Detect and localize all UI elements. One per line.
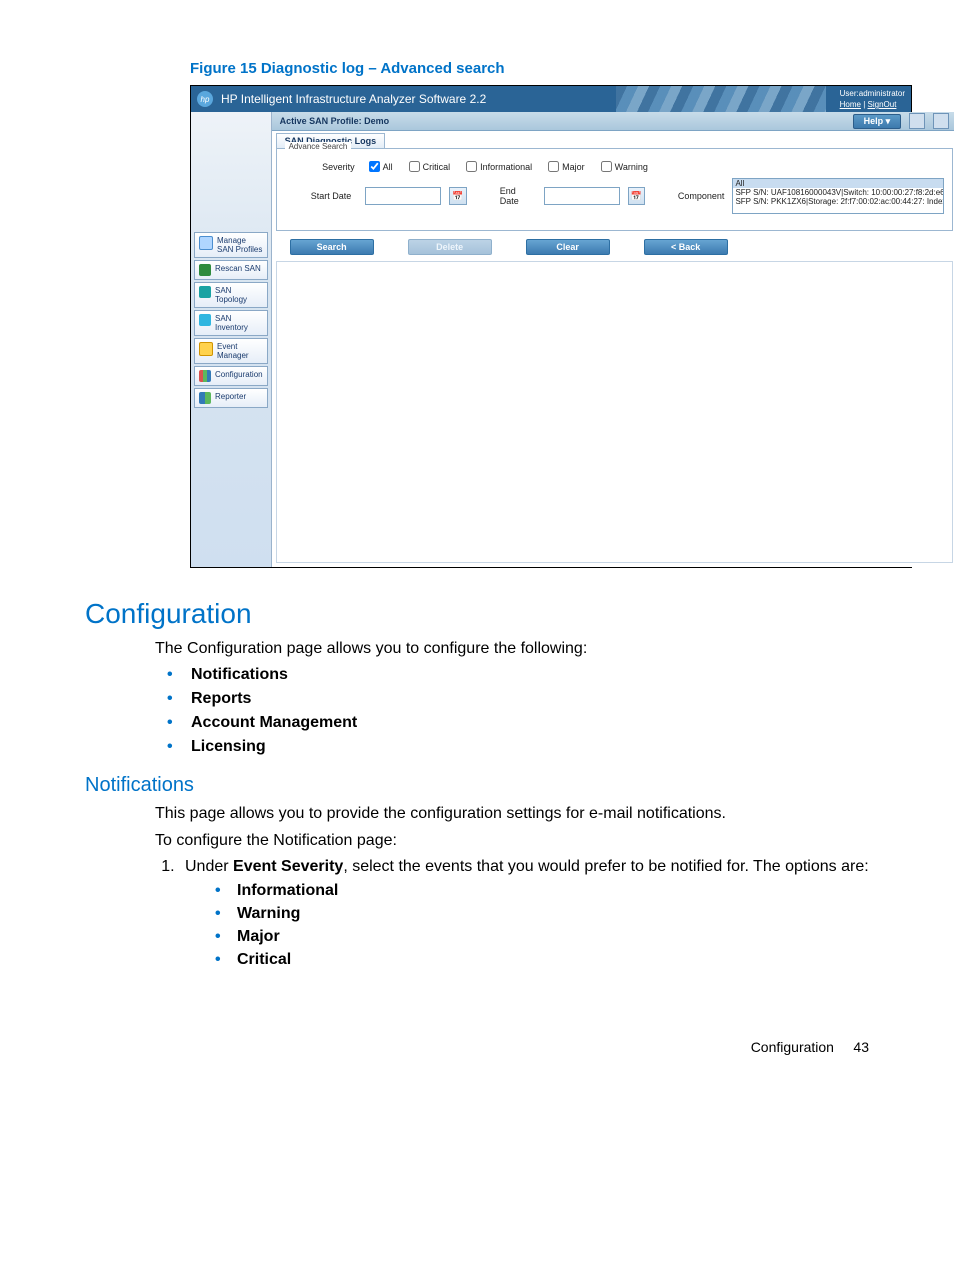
- sidebar-item-label: Manage SAN Profiles: [217, 236, 263, 254]
- search-button[interactable]: Search: [290, 239, 374, 255]
- app-titlebar: hp HP Intelligent Infrastructure Analyze…: [191, 86, 911, 112]
- page-footer: Configuration 43: [85, 1039, 869, 1055]
- sidebar-item-label: Event Manager: [217, 342, 263, 360]
- notif-text-2: To configure the Notification page:: [155, 830, 869, 852]
- minimize-icon[interactable]: [909, 113, 925, 129]
- delete-button: Delete: [408, 239, 492, 255]
- end-date-calendar-icon[interactable]: 📅: [628, 187, 645, 205]
- component-option[interactable]: All: [733, 179, 943, 188]
- screenshot-frame: hp HP Intelligent Infrastructure Analyze…: [190, 85, 912, 568]
- list-item: Informational: [207, 882, 869, 900]
- sidebar-item-label: Rescan SAN: [215, 264, 261, 273]
- profiles-icon: [199, 236, 213, 250]
- results-area: [276, 261, 954, 563]
- severity-informational-input[interactable]: [466, 161, 477, 172]
- topology-icon: [199, 286, 211, 298]
- sidebar-item-manage-profiles[interactable]: Manage SAN Profiles: [194, 232, 268, 258]
- list-item: Notifications: [155, 666, 869, 684]
- advance-search-legend: Advance Search: [285, 142, 352, 151]
- list-item: Critical: [207, 951, 869, 969]
- sidebar-item-event-manager[interactable]: Event Manager: [194, 338, 268, 364]
- end-date-label: End Date: [500, 186, 536, 206]
- titlebar-banner-image: [616, 86, 826, 112]
- severity-warning-checkbox[interactable]: Warning: [601, 161, 648, 172]
- step-1: Under Event Severity, select the events …: [179, 858, 869, 969]
- severity-critical-checkbox[interactable]: Critical: [409, 161, 451, 172]
- sidebar-item-topology[interactable]: SAN Topology: [194, 282, 268, 308]
- start-date-calendar-icon[interactable]: 📅: [449, 187, 466, 205]
- sidebar-item-inventory[interactable]: SAN Inventory: [194, 310, 268, 336]
- severity-major-checkbox[interactable]: Major: [548, 161, 585, 172]
- start-date-label: Start Date: [285, 191, 358, 201]
- list-item: Licensing: [155, 738, 869, 756]
- signout-link[interactable]: SignOut: [868, 100, 897, 109]
- sidebar-item-label: SAN Topology: [215, 286, 263, 304]
- back-button[interactable]: < Back: [644, 239, 728, 255]
- severity-critical-input[interactable]: [409, 161, 420, 172]
- user-info-block: User:administrator Home | SignOut: [840, 88, 905, 110]
- component-listbox[interactable]: All SFP S/N: UAF10816000043V|Switch: 10:…: [732, 178, 944, 214]
- tab-strip: SAN Diagnostic Logs: [272, 131, 954, 148]
- severity-options-list: Informational Warning Major Critical: [207, 882, 869, 969]
- rescan-icon: [199, 264, 211, 276]
- notif-text-1: This page allows you to provide the conf…: [155, 803, 869, 825]
- app-title: HP Intelligent Infrastructure Analyzer S…: [221, 92, 486, 106]
- clear-button[interactable]: Clear: [526, 239, 610, 255]
- config-items-list: Notifications Reports Account Management…: [155, 666, 869, 756]
- severity-label: Severity: [285, 162, 361, 172]
- list-item: Warning: [207, 905, 869, 923]
- footer-page-number: 43: [853, 1039, 869, 1055]
- severity-all-checkbox[interactable]: All: [369, 161, 393, 172]
- severity-major-input[interactable]: [548, 161, 559, 172]
- reporter-icon: [199, 392, 211, 404]
- sidebar-item-reporter[interactable]: Reporter: [194, 388, 268, 408]
- list-item: Reports: [155, 690, 869, 708]
- component-option[interactable]: SFP S/N: UAF10816000043V|Switch: 10:00:0…: [733, 188, 943, 197]
- help-menu[interactable]: Help ▾: [853, 114, 902, 129]
- figure-caption: Figure 15 Diagnostic log – Advanced sear…: [190, 60, 869, 77]
- footer-section-label: Configuration: [751, 1039, 834, 1055]
- sidebar-item-rescan[interactable]: Rescan SAN: [194, 260, 268, 280]
- config-intro-text: The Configuration page allows you to con…: [155, 638, 869, 660]
- configuration-icon: [199, 370, 211, 382]
- notification-steps: Under Event Severity, select the events …: [155, 858, 869, 969]
- sidebar-item-label: Configuration: [215, 370, 263, 379]
- sidebar-item-configuration[interactable]: Configuration: [194, 366, 268, 386]
- sidebar-item-label: SAN Inventory: [215, 314, 263, 332]
- advance-search-panel: Advance Search Severity All Critical: [276, 148, 954, 231]
- main-panel: Active SAN Profile: Demo Help ▾ SAN Diag…: [272, 112, 954, 567]
- event-manager-icon: [199, 342, 213, 356]
- profile-bar: Active SAN Profile: Demo Help ▾: [272, 112, 954, 131]
- end-date-input[interactable]: [544, 187, 620, 205]
- severity-row: Severity All Critical Informational: [285, 161, 945, 172]
- list-item: Account Management: [155, 714, 869, 732]
- action-button-row: Search Delete Clear < Back: [272, 235, 954, 261]
- component-option[interactable]: SFP S/N: PKK1ZX6|Storage: 2f:f7:00:02:ac…: [733, 197, 943, 206]
- component-label: Component: [678, 191, 725, 201]
- sidebar-item-label: Reporter: [215, 392, 246, 401]
- home-link[interactable]: Home: [840, 100, 861, 109]
- active-profile-label: Active SAN Profile: Demo: [280, 116, 390, 126]
- heading-configuration: Configuration: [85, 598, 869, 630]
- severity-informational-checkbox[interactable]: Informational: [466, 161, 532, 172]
- list-item: Major: [207, 928, 869, 946]
- heading-notifications: Notifications: [85, 774, 869, 797]
- start-date-input[interactable]: [365, 187, 441, 205]
- hp-logo-icon: hp: [197, 91, 213, 107]
- sidebar: Manage SAN Profiles Rescan SAN SAN Topol…: [191, 112, 272, 567]
- maximize-icon[interactable]: [933, 113, 949, 129]
- severity-all-input[interactable]: [369, 161, 380, 172]
- inventory-icon: [199, 314, 211, 326]
- severity-warning-input[interactable]: [601, 161, 612, 172]
- dates-row: Start Date 📅 End Date 📅 Component All SF…: [285, 178, 945, 214]
- user-label: User:administrator: [840, 88, 905, 99]
